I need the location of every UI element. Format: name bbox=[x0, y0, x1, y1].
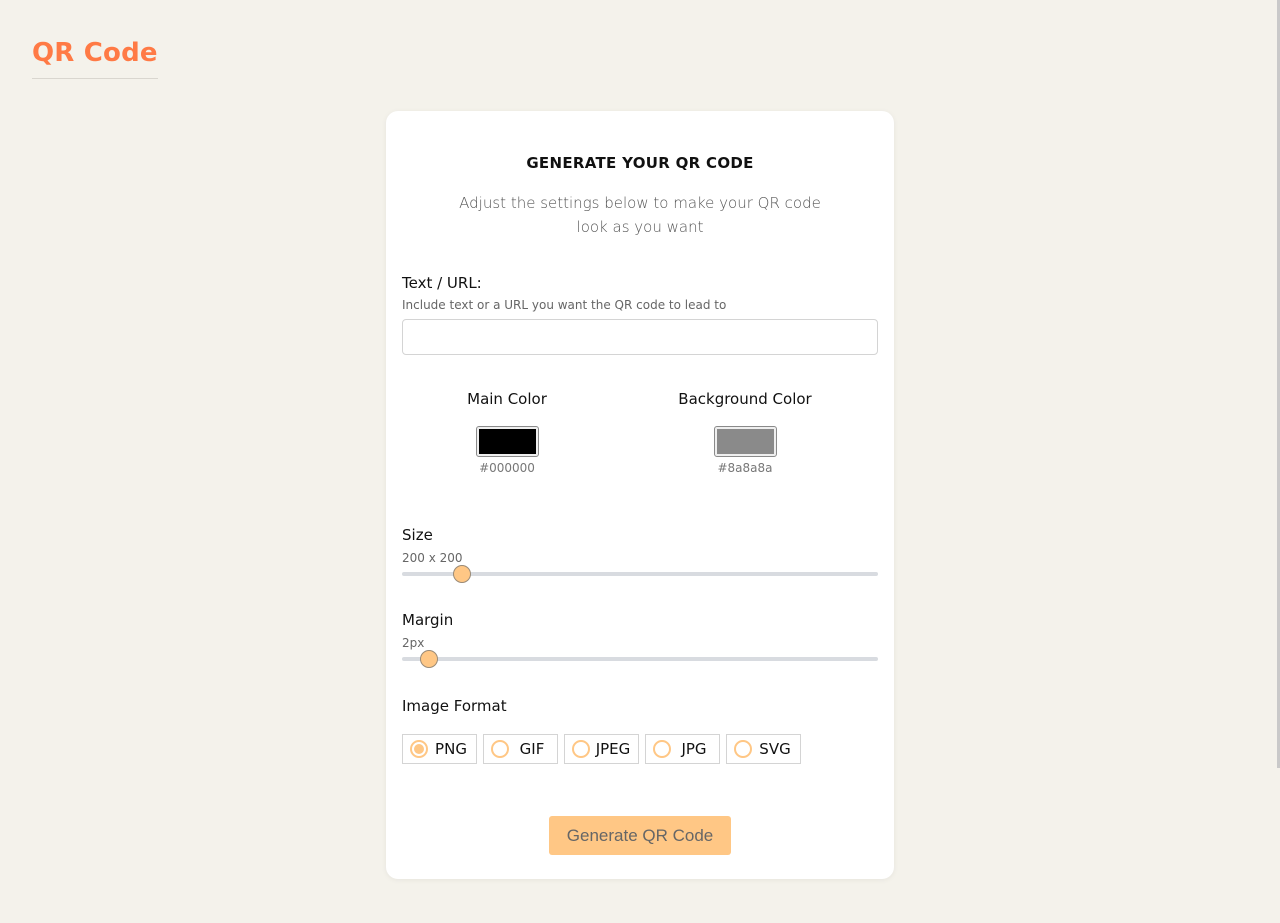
margin-value: 2px bbox=[402, 636, 425, 650]
text-url-hint: Include text or a URL you want the QR co… bbox=[402, 298, 727, 312]
text-url-label: Text / URL: bbox=[402, 274, 482, 292]
margin-label: Margin bbox=[402, 611, 454, 629]
size-label: Size bbox=[402, 526, 433, 544]
format-option-gif[interactable]: GIF bbox=[483, 734, 558, 764]
image-format-options: PNG GIF JPEG JPG SVG bbox=[402, 734, 801, 764]
format-option-label: GIF bbox=[519, 740, 545, 758]
generate-qr-button[interactable]: Generate QR Code bbox=[549, 816, 731, 855]
format-option-label: JPG bbox=[681, 740, 707, 758]
radio-png[interactable] bbox=[410, 740, 428, 758]
background-color-hex: #8a8a8a bbox=[717, 461, 773, 475]
card-title: GENERATE YOUR QR CODE bbox=[526, 154, 754, 172]
background-color-label: Background Color bbox=[678, 390, 812, 408]
qr-generator-card: GENERATE YOUR QR CODE Adjust the setting… bbox=[386, 111, 894, 879]
main-color-group: Main Color #000000 bbox=[407, 390, 607, 475]
scrollbar-track[interactable] bbox=[1274, 0, 1280, 923]
text-url-input[interactable] bbox=[402, 319, 878, 355]
main-color-swatch bbox=[478, 429, 536, 454]
radio-jpg[interactable] bbox=[653, 740, 671, 758]
format-option-label: SVG bbox=[759, 740, 791, 758]
main-color-hex: #000000 bbox=[479, 461, 535, 475]
radio-svg[interactable] bbox=[734, 740, 752, 758]
size-slider[interactable] bbox=[402, 565, 878, 583]
margin-slider-thumb[interactable] bbox=[420, 650, 439, 668]
format-option-label: PNG bbox=[435, 740, 467, 758]
image-format-label: Image Format bbox=[402, 697, 507, 715]
format-option-jpeg[interactable]: JPEG bbox=[564, 734, 639, 764]
background-color-swatch bbox=[716, 429, 774, 454]
size-slider-thumb[interactable] bbox=[452, 565, 471, 583]
background-color-picker[interactable] bbox=[713, 426, 777, 457]
size-value: 200 x 200 bbox=[402, 551, 463, 565]
radio-jpeg[interactable] bbox=[572, 740, 590, 758]
format-option-jpg[interactable]: JPG bbox=[645, 734, 720, 764]
card-subtitle: Adjust the settings below to make your Q… bbox=[459, 194, 821, 236]
format-option-label: JPEG bbox=[595, 740, 631, 758]
format-option-png[interactable]: PNG bbox=[402, 734, 477, 764]
radio-gif[interactable] bbox=[491, 740, 509, 758]
margin-slider[interactable] bbox=[402, 650, 878, 668]
main-color-label: Main Color bbox=[467, 390, 547, 408]
brand-title: QR Code bbox=[32, 36, 158, 79]
format-option-svg[interactable]: SVG bbox=[726, 734, 801, 764]
background-color-group: Background Color #8a8a8a bbox=[645, 390, 845, 475]
main-color-picker[interactable] bbox=[475, 426, 539, 457]
